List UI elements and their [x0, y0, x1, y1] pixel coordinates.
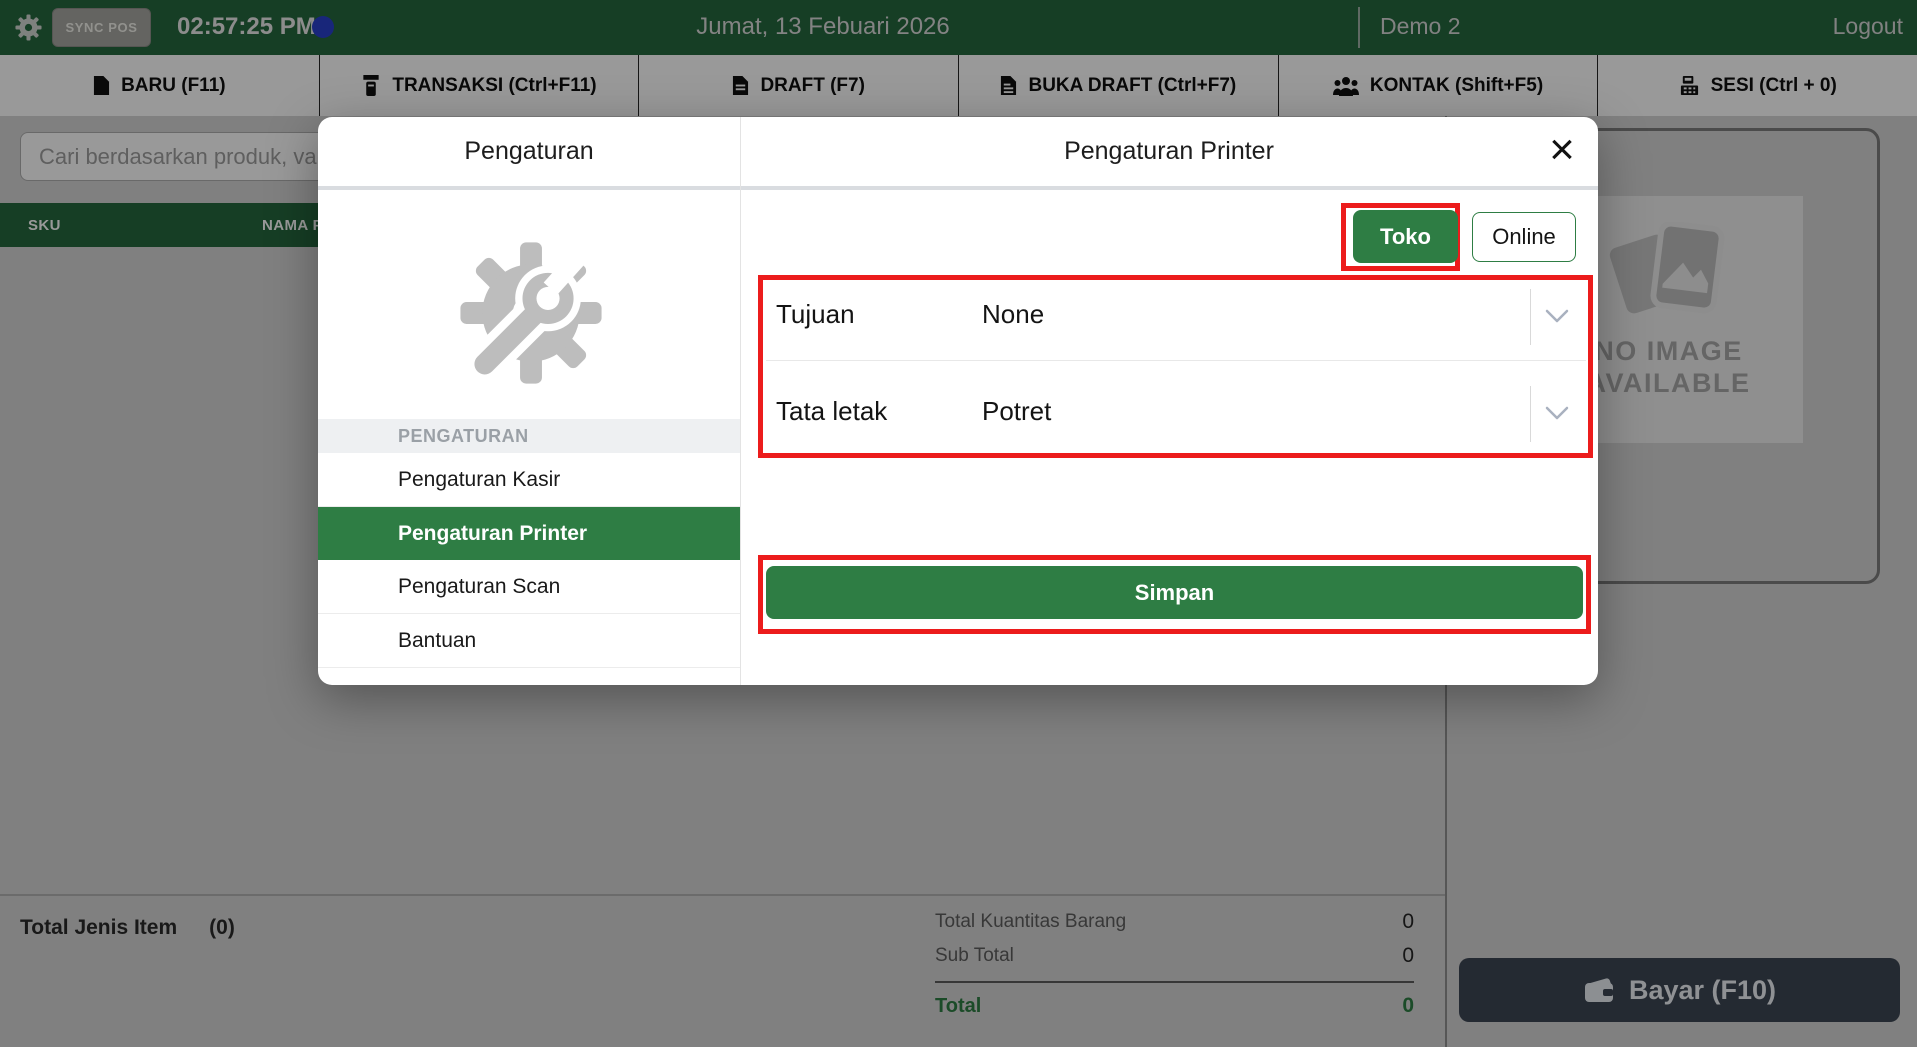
- save-button[interactable]: Simpan: [766, 566, 1583, 619]
- toko-tab-button[interactable]: Toko: [1353, 210, 1458, 263]
- field-label-tata-letak: Tata letak: [776, 396, 887, 427]
- chevron-down-icon[interactable]: [1545, 309, 1569, 328]
- settings-tools-icon: [458, 240, 604, 391]
- field-label-tujuan: Tujuan: [776, 299, 855, 330]
- sidebar-item-pengaturan-printer[interactable]: Pengaturan Printer: [318, 507, 740, 560]
- close-icon[interactable]: ×: [1540, 125, 1584, 175]
- settings-section-header: PENGATURAN: [318, 419, 740, 453]
- online-tab-button[interactable]: Online: [1472, 212, 1576, 262]
- sidebar-item-pengaturan-kasir[interactable]: Pengaturan Kasir: [318, 453, 740, 507]
- modal-sidebar-divider: [740, 117, 741, 685]
- modal-header-divider: [318, 186, 1598, 190]
- field-value-tujuan[interactable]: None: [982, 299, 1044, 330]
- sidebar-item-pengaturan-scan[interactable]: Pengaturan Scan: [318, 560, 740, 614]
- pos-screen: SYNC POS 02:57:25 PM Jumat, 13 Febuari 2…: [0, 0, 1917, 1047]
- settings-menu: PENGATURAN Pengaturan Kasir Pengaturan P…: [318, 419, 740, 668]
- fields-divider: [766, 360, 1586, 361]
- dropdown-separator: [1530, 289, 1531, 345]
- settings-modal: Pengaturan Pengaturan Printer ×: [318, 117, 1598, 685]
- modal-title-left: Pengaturan: [318, 117, 740, 186]
- chevron-down-icon[interactable]: [1545, 406, 1569, 425]
- sidebar-item-bantuan[interactable]: Bantuan: [318, 614, 740, 668]
- modal-title-right: Pengaturan Printer: [740, 117, 1598, 186]
- dropdown-separator: [1530, 386, 1531, 442]
- field-value-tata-letak[interactable]: Potret: [982, 396, 1051, 427]
- annotation-box-fields: [758, 275, 1593, 458]
